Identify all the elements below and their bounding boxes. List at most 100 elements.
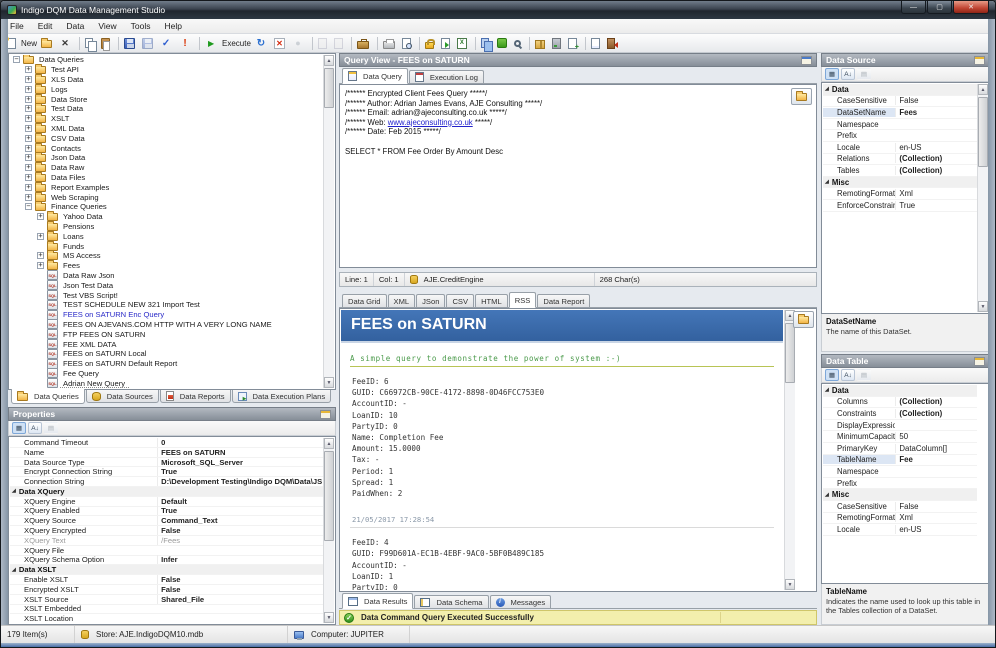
alert-button[interactable] xyxy=(177,36,196,51)
scroll-down-button[interactable]: ▼ xyxy=(785,579,795,590)
data-source-scrollbar[interactable]: ▲ ▼ xyxy=(977,84,988,312)
tree-item-data-raw[interactable]: +Data Raw xyxy=(10,163,322,173)
expand-icon[interactable]: + xyxy=(25,96,32,103)
property-row-casesensitive[interactable]: CaseSensitiveFalse xyxy=(823,96,977,108)
chart-window-icon[interactable] xyxy=(801,56,812,65)
data-block-button[interactable] xyxy=(495,37,512,49)
property-row-locale[interactable]: Localeen-US xyxy=(823,142,977,154)
menu-view[interactable]: View xyxy=(91,20,123,32)
tree-item-funds[interactable]: Funds xyxy=(10,241,322,251)
section-tab-data-schema[interactable]: Data Schema xyxy=(414,595,488,608)
stop-button[interactable] xyxy=(290,36,309,51)
scroll-down-button[interactable]: ▼ xyxy=(978,301,988,312)
property-row-primarykey[interactable]: PrimaryKeyDataColumn[] xyxy=(823,443,977,455)
query-tab-execution-log[interactable]: Execution Log xyxy=(409,70,484,83)
print-preview-button[interactable] xyxy=(400,37,416,50)
property-pages-button[interactable]: ▤ xyxy=(44,422,58,434)
pin-window-icon[interactable] xyxy=(974,357,985,366)
property-row-command-timeout[interactable]: Command Timeout0 xyxy=(10,438,323,448)
explorer-tab-data-queries[interactable]: Data Queries xyxy=(11,389,85,404)
property-row-displayexpression[interactable]: DisplayExpression xyxy=(823,420,977,432)
property-row-columns[interactable]: Columns(Collection) xyxy=(823,397,977,409)
tree-item-report-examples[interactable]: +Report Examples xyxy=(10,182,322,192)
expand-icon[interactable]: + xyxy=(25,145,32,152)
refresh-button[interactable] xyxy=(253,36,272,51)
pin-window-icon[interactable] xyxy=(320,410,331,419)
property-pages-button[interactable]: ▤ xyxy=(857,369,871,381)
property-row-name[interactable]: NameFEES on SATURN xyxy=(10,448,323,458)
results-scrollbar[interactable]: ▲ ▼ xyxy=(784,310,795,590)
tree-item-csv-data[interactable]: +CSV Data xyxy=(10,133,322,143)
property-row-xquery-engine[interactable]: XQuery EngineDefault xyxy=(10,497,323,507)
export-doc-button[interactable] xyxy=(332,37,348,50)
property-row-xquery-source[interactable]: XQuery SourceCommand_Text xyxy=(10,516,323,526)
export-excel-button[interactable] xyxy=(455,37,472,50)
property-category-data[interactable]: ◢Data xyxy=(823,84,977,96)
property-row-locale[interactable]: Localeen-US xyxy=(823,524,977,536)
property-row-namespace[interactable]: Namespace xyxy=(823,466,977,478)
section-tab-messages[interactable]: Messages xyxy=(490,595,552,608)
tree-scrollbar[interactable]: ▲ ▼ xyxy=(323,55,334,388)
property-row-prefix[interactable]: Prefix xyxy=(823,130,977,142)
tree-item-fees[interactable]: +Fees xyxy=(10,261,322,271)
scroll-up-button[interactable]: ▲ xyxy=(324,438,334,449)
alphabetical-button[interactable]: A↓ xyxy=(841,68,855,80)
tree-item-test-schedule-new-321-import-test[interactable]: TEST SCHEDULE NEW 321 Import Test xyxy=(10,300,322,310)
execute-button[interactable]: Execute xyxy=(203,36,253,51)
query-editor[interactable]: /****** Encrypted Client Fees Query ****… xyxy=(339,84,817,268)
tree-item-fees-on-saturn-local[interactable]: FEES on SATURN Local xyxy=(10,349,322,359)
briefcase-button[interactable] xyxy=(355,37,374,50)
scroll-up-button[interactable]: ▲ xyxy=(978,84,988,95)
expand-icon[interactable]: + xyxy=(25,174,32,181)
property-row-connection-string[interactable]: Connection StringD:\Development Testing\… xyxy=(10,477,323,487)
scroll-thumb[interactable] xyxy=(324,451,334,541)
property-row-xslt-location[interactable]: XSLT Location xyxy=(10,614,323,623)
property-row-constraints[interactable]: Constraints(Collection) xyxy=(823,408,977,420)
expand-icon[interactable]: + xyxy=(25,76,32,83)
tree-item-yahoo-data[interactable]: +Yahoo Data xyxy=(10,212,322,222)
categorized-button[interactable]: ▦ xyxy=(825,369,839,381)
encrypt-button[interactable] xyxy=(423,37,439,50)
open-query-button[interactable] xyxy=(791,88,812,105)
collapse-icon[interactable]: − xyxy=(25,203,32,210)
menu-help[interactable]: Help xyxy=(157,20,188,32)
scroll-thumb[interactable] xyxy=(978,97,988,167)
section-tab-data-results[interactable]: Data Results xyxy=(342,593,413,609)
format-tab-rss[interactable]: RSS xyxy=(509,292,537,308)
expand-icon[interactable]: + xyxy=(25,125,32,132)
menu-edit[interactable]: Edit xyxy=(31,20,60,32)
server-button[interactable] xyxy=(550,37,566,50)
tree-item-loans[interactable]: +Loans xyxy=(10,231,322,241)
query-tab-data-query[interactable]: Data Query xyxy=(342,68,408,84)
property-row-tablename[interactable]: TableNameFee xyxy=(823,455,977,467)
properties-scrollbar[interactable]: ▲ ▼ xyxy=(323,438,334,623)
alphabetical-button[interactable]: A↓ xyxy=(28,422,42,434)
expand-icon[interactable]: + xyxy=(25,184,32,191)
expand-icon[interactable]: + xyxy=(25,105,32,112)
menu-data[interactable]: Data xyxy=(59,20,91,32)
tree-item-fee-query[interactable]: Fee Query xyxy=(10,369,322,379)
property-category-data[interactable]: ◢Data xyxy=(823,385,977,397)
export-html-button[interactable] xyxy=(439,37,455,50)
property-row-namespace[interactable]: Namespace xyxy=(823,119,977,131)
document-button[interactable] xyxy=(589,37,605,50)
zoom-button[interactable] xyxy=(512,38,526,48)
tree-item-data-store[interactable]: +Data Store xyxy=(10,94,322,104)
tree-item-test-vbs-script[interactable]: Test VBS Script! xyxy=(10,290,322,300)
save-all-button[interactable] xyxy=(140,37,158,50)
property-pages-button[interactable]: ▤ xyxy=(857,68,871,80)
expand-icon[interactable]: + xyxy=(25,66,32,73)
scroll-down-button[interactable]: ▼ xyxy=(324,612,334,623)
property-row-minimumcapacity[interactable]: MinimumCapacity50 xyxy=(823,431,977,443)
expand-icon[interactable]: + xyxy=(25,154,32,161)
new-button[interactable]: New xyxy=(5,37,39,50)
categorized-button[interactable]: ▦ xyxy=(12,422,26,434)
tree-item-ftp-fees-on-saturn[interactable]: FTP FEES ON SATURN xyxy=(10,329,322,339)
expand-icon[interactable]: + xyxy=(25,194,32,201)
format-tab-html[interactable]: HTML xyxy=(475,294,508,307)
expand-icon[interactable]: + xyxy=(25,86,32,93)
property-row-xslt-embedded[interactable]: XSLT Embedded xyxy=(10,605,323,615)
property-row-prefix[interactable]: Prefix xyxy=(823,478,977,490)
maximize-button[interactable]: ▢ xyxy=(927,1,952,14)
menu-tools[interactable]: Tools xyxy=(124,20,158,32)
